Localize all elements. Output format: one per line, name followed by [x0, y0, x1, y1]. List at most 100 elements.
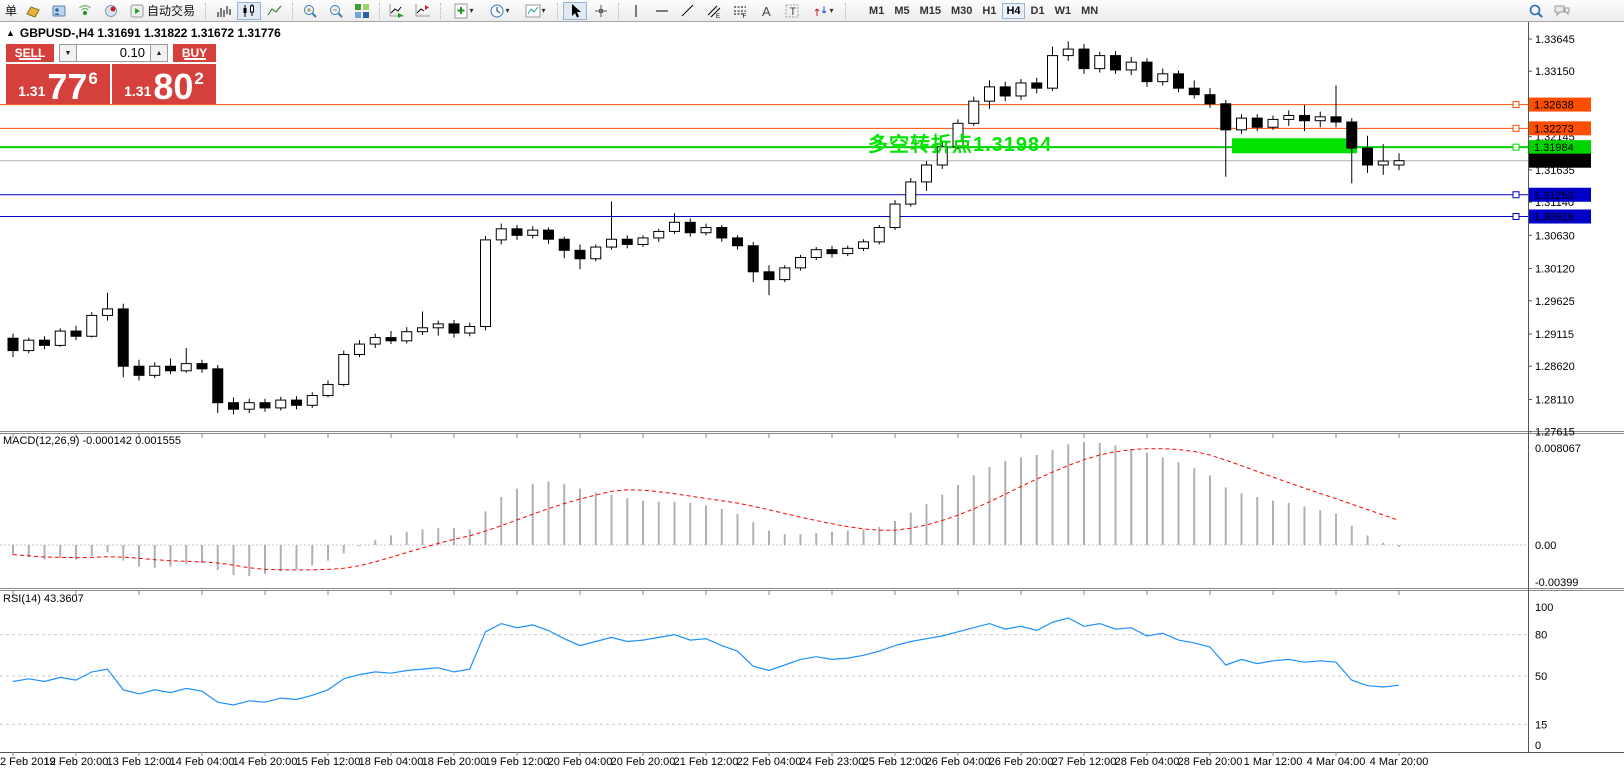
auto-scroll-button[interactable]: [385, 2, 409, 20]
candle-body: [700, 227, 712, 234]
buy-price-box[interactable]: 1.31 80 2: [112, 64, 216, 105]
zoom-in-button[interactable]: [298, 2, 322, 20]
candle-body: [448, 323, 460, 334]
timeframe-M5[interactable]: M5: [890, 3, 913, 19]
candle-body: [826, 249, 838, 255]
buy-button[interactable]: BUY: [173, 44, 216, 62]
line-handle[interactable]: [1512, 124, 1520, 132]
rsi-axis-label: 80: [1535, 630, 1547, 642]
chat-button[interactable]: [1550, 2, 1574, 20]
crosshair-button[interactable]: [589, 2, 613, 20]
candle-body: [1062, 48, 1074, 57]
fibonacci-button[interactable]: F: [728, 2, 752, 20]
candle-body: [1047, 55, 1058, 89]
chat-icon: [1554, 3, 1570, 19]
candlestick-chart-button[interactable]: [237, 1, 262, 20]
rsi-axis-label: 15: [1535, 719, 1547, 731]
timeframe-M15[interactable]: M15: [916, 3, 945, 19]
candle-body: [1377, 160, 1389, 166]
volume-up-stepper[interactable]: ▲: [150, 44, 168, 62]
candle-body: [1251, 117, 1263, 128]
text-label-button[interactable]: T: [780, 2, 804, 20]
volume-input[interactable]: 0.10: [77, 44, 150, 62]
cursor-icon: [567, 3, 583, 19]
arrows-button[interactable]: ▾: [806, 2, 840, 20]
workspace-button[interactable]: [21, 2, 45, 20]
line-handle[interactable]: [1512, 101, 1520, 109]
time-axis-label: 20 Feb 04:00: [548, 756, 613, 768]
autotrading-label: 自动交易: [147, 4, 196, 18]
equidistant-channel-button[interactable]: E: [702, 2, 726, 20]
search-button[interactable]: [1524, 2, 1548, 20]
periods-button[interactable]: ▾: [482, 2, 516, 20]
zoom-out-button[interactable]: [324, 2, 348, 20]
rsi-label: RSI(14) 43.3607: [3, 593, 84, 605]
volume-down-stepper[interactable]: ▼: [59, 44, 77, 62]
line-chart-button[interactable]: [263, 2, 287, 20]
candle-body: [196, 363, 208, 370]
channel-icon: E: [706, 3, 722, 19]
line-handle[interactable]: [1512, 191, 1520, 199]
sell-price-box[interactable]: 1.31 77 6: [6, 64, 110, 107]
text-label-icon: T: [784, 3, 800, 19]
candle-body: [558, 238, 570, 251]
timeframe-M30[interactable]: M30: [947, 3, 976, 19]
autotrading-button[interactable]: 自动交易: [125, 2, 200, 20]
chart-shift-button[interactable]: [411, 2, 435, 20]
sell-price-big: 77: [47, 66, 88, 107]
profiles-button[interactable]: [47, 2, 71, 20]
candle-body: [1078, 48, 1090, 70]
bar-chart-button[interactable]: [211, 2, 235, 20]
indicators-button[interactable]: ▾: [446, 2, 480, 20]
candle-body: [23, 339, 35, 352]
vertical-line-button[interactable]: [624, 2, 648, 20]
trendline-button[interactable]: [676, 2, 700, 20]
timeframe-W1[interactable]: W1: [1051, 3, 1076, 19]
candle-body: [133, 365, 145, 376]
candle-body: [322, 383, 334, 397]
toolbar-grip: [205, 2, 207, 19]
candle-body: [54, 330, 66, 346]
timeframe-H4[interactable]: H4: [1002, 2, 1025, 19]
candle-body: [1204, 94, 1216, 105]
candle-body: [842, 247, 854, 255]
candle-body: [984, 86, 995, 102]
sell-button[interactable]: SELL: [6, 44, 54, 62]
signals-button[interactable]: [73, 2, 97, 20]
templates-button[interactable]: ▾: [518, 2, 552, 20]
timeframe-D1[interactable]: D1: [1027, 3, 1049, 19]
candle-body: [1393, 160, 1405, 166]
line-handle[interactable]: [1512, 143, 1520, 151]
sell-underline: [19, 58, 41, 60]
market-button[interactable]: [99, 2, 123, 20]
macd-label: MACD(12,26,9) -0.000142 0.001555: [3, 435, 181, 447]
text-button[interactable]: A: [754, 2, 778, 20]
candle-body: [243, 402, 255, 410]
candle-body: [858, 241, 869, 249]
timeframe-H1[interactable]: H1: [978, 3, 1000, 19]
signal-icon: [77, 3, 93, 19]
candle-body: [511, 228, 523, 236]
candle-body: [621, 238, 633, 245]
highlight-rectangle[interactable]: [1232, 138, 1357, 154]
mt4-window: 单 自动交易 ▾ ▾ ▾ E F A T ▾ M1 M5 M15 M30 H1 …: [0, 0, 1624, 773]
time-axis-label: 19 Feb 12:00: [485, 756, 550, 768]
indicators-icon: [453, 3, 469, 19]
macd-axis-label: 0.00: [1535, 540, 1556, 552]
timeframe-M1[interactable]: M1: [865, 3, 888, 19]
candle-body: [905, 181, 917, 205]
tile-windows-button[interactable]: [350, 2, 374, 20]
timeframe-MN[interactable]: MN: [1077, 3, 1102, 19]
macd-axis-label: 0.008067: [1535, 443, 1581, 455]
time-axis-label: 24 Feb 23:00: [800, 756, 865, 768]
chevron-down-icon: ▾: [469, 6, 474, 15]
cursor-button[interactable]: [563, 1, 588, 20]
clock-icon: [489, 3, 505, 19]
collapse-panel-icon[interactable]: ▲: [6, 28, 15, 38]
price-tag-label: 1.30919: [1534, 212, 1574, 224]
horizontal-line-button[interactable]: [650, 2, 674, 20]
new-order-button[interactable]: 单: [2, 2, 20, 19]
line-handle[interactable]: [1512, 213, 1520, 221]
fibonacci-icon: F: [732, 3, 748, 19]
chevron-down-icon: ▾: [541, 6, 546, 15]
